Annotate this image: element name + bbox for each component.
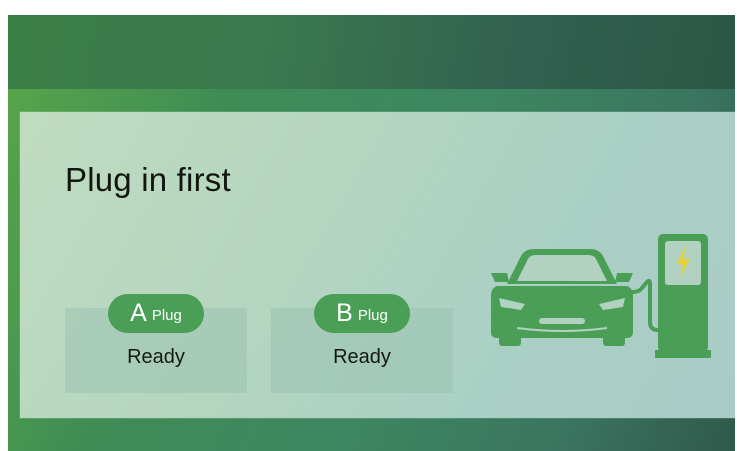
car-charging-station-icon (491, 234, 711, 358)
plug-a-card[interactable]: A Plug Ready (65, 294, 247, 393)
page-title: Plug in first (65, 161, 231, 198)
plug-a-word: Plug (151, 307, 182, 324)
plug-a-status: Ready (127, 346, 185, 368)
main-panel: Plug in first A Plug Ready B Plug Ready (20, 112, 735, 418)
plug-b-word: Plug (357, 307, 388, 324)
plug-a-badge: A Plug (108, 294, 204, 333)
plug-b-status: Ready (333, 346, 391, 368)
charging-screen: Plug in first A Plug Ready B Plug Ready (8, 15, 735, 451)
plug-b-badge: B Plug (314, 294, 410, 333)
top-bar (8, 15, 735, 89)
plug-b-letter: B (336, 299, 353, 327)
plug-b-card[interactable]: B Plug Ready (271, 294, 453, 393)
plug-a-letter: A (130, 299, 147, 327)
